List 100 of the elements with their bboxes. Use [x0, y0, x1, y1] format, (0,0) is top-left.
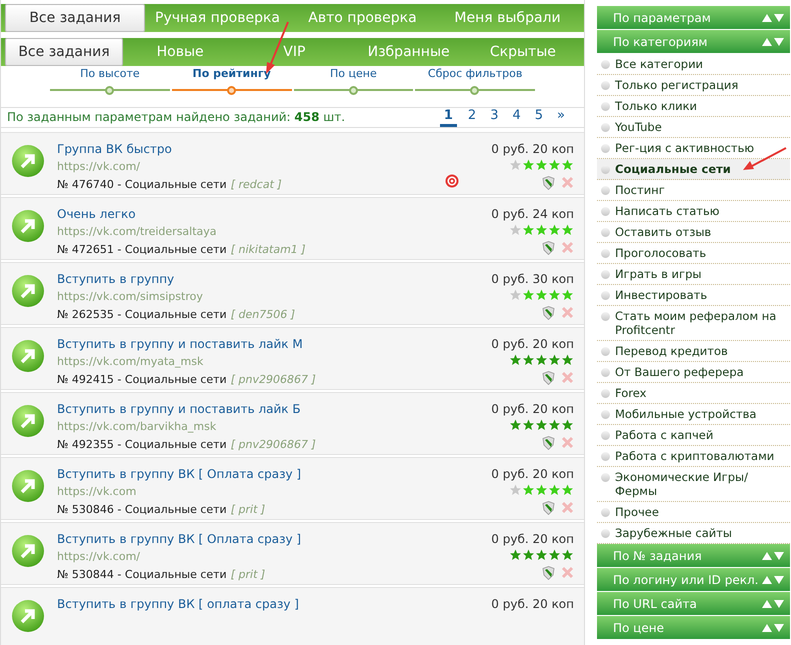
category-item[interactable]: Прочее [597, 502, 790, 523]
radio-icon [601, 228, 610, 237]
shield-icon[interactable] [542, 500, 555, 514]
category-item[interactable]: Оставить отзыв [597, 222, 790, 243]
task-price: 0 руб. 20 коп [491, 530, 574, 546]
radio-icon [601, 410, 610, 419]
page-link[interactable]: » [554, 108, 568, 126]
shield-icon[interactable] [542, 370, 555, 384]
radio-icon [601, 473, 610, 482]
section-title: По цене [613, 620, 664, 636]
arrow-circle-icon[interactable] [11, 144, 45, 178]
star-icon [561, 548, 574, 560]
category-item[interactable]: Работа с криптовалютами [597, 446, 790, 467]
category-item[interactable]: Инвестировать [597, 285, 790, 306]
category-item[interactable]: Экономические Игры/Фермы [597, 467, 790, 502]
category-item[interactable]: Написать статью [597, 201, 790, 222]
close-icon[interactable] [561, 176, 574, 188]
sort-link[interactable]: По рейтингу [192, 66, 271, 82]
section-title: По логину или ID рекл. [613, 572, 758, 588]
category-item[interactable]: Только регистрация [597, 75, 790, 96]
task-title[interactable]: Вступить в группу ВК [ Оплата сразу ] [57, 466, 480, 482]
star-icon [561, 158, 574, 170]
page-link[interactable]: 1 [440, 108, 457, 126]
close-icon[interactable] [561, 436, 574, 448]
task-price: 0 руб. 24 коп [491, 206, 574, 222]
category-item[interactable]: Мобильные устройства [597, 404, 790, 425]
task-meta: № 262535 - Социальные сети [57, 306, 227, 322]
arrow-circle-icon[interactable] [11, 338, 45, 372]
shield-icon[interactable] [542, 176, 555, 190]
task-title[interactable]: Вступить в группу [57, 270, 480, 288]
star-icon [535, 484, 548, 496]
category-item[interactable]: Социальные сети [597, 159, 790, 180]
task-title[interactable]: Группа ВК быстро [57, 140, 434, 158]
tab[interactable]: Все задания [5, 4, 145, 32]
arrow-circle-icon[interactable] [11, 208, 45, 242]
task-title[interactable]: Вступить в группу ВК [ Оплата сразу ] [57, 530, 480, 548]
task-meta: № 472651 - Социальные сети [57, 242, 227, 258]
page-link[interactable]: 2 [464, 108, 480, 126]
task-price: 0 руб. 20 коп [491, 336, 574, 352]
task-url: https://vk.com [57, 484, 138, 500]
star-icon [509, 484, 522, 496]
category-item[interactable]: Forex [597, 383, 790, 404]
radio-icon [601, 186, 610, 195]
task-price: 0 руб. 20 коп [491, 596, 574, 612]
star-icon [509, 354, 522, 366]
radio-icon [601, 368, 610, 377]
category-item[interactable]: Проголосовать [597, 243, 790, 264]
arrow-circle-icon[interactable] [11, 598, 45, 632]
arrow-circle-icon[interactable] [11, 468, 45, 502]
star-icon [561, 484, 574, 496]
shield-icon[interactable] [542, 240, 555, 254]
close-icon[interactable] [561, 500, 574, 514]
radio-icon [601, 81, 610, 90]
sort-link[interactable]: Сброс фильтров [428, 66, 522, 82]
category-item[interactable]: Работа с капчей [597, 425, 790, 446]
category-item[interactable]: Все категории [597, 54, 790, 75]
task-title[interactable]: Вступить в группу ВК [ оплата сразу ] [57, 596, 480, 612]
task-price: 0 руб. 30 коп [491, 270, 574, 286]
star-icon [561, 288, 574, 300]
category-item[interactable]: От Вашего реферера [597, 362, 790, 383]
star-icon [509, 224, 522, 236]
tab[interactable]: Все задания [5, 38, 123, 66]
radio-icon [601, 508, 610, 517]
task-title[interactable]: Вступить в группу и поставить лайк Б [57, 400, 480, 418]
shield-icon[interactable] [542, 436, 555, 450]
star-icon [548, 224, 561, 236]
task-price: 0 руб. 20 коп [491, 140, 574, 156]
category-item[interactable]: Только клики [597, 96, 790, 117]
radio-icon [601, 389, 610, 398]
sort-link[interactable]: По цене [330, 66, 377, 82]
star-icon [522, 548, 535, 560]
close-icon[interactable] [561, 370, 574, 384]
sort-link[interactable]: По высоте [80, 66, 140, 82]
task-url: https://vk.com/simsipstroy [57, 288, 204, 304]
category-item[interactable]: YouTube [597, 117, 790, 138]
close-icon[interactable] [561, 566, 574, 578]
task-meta: № 476740 - Социальные сети [57, 176, 227, 192]
task-url: https://vk.com/ [57, 158, 142, 174]
star-icon [535, 158, 548, 170]
star-icon [509, 548, 522, 560]
arrow-circle-icon[interactable] [11, 534, 45, 568]
category-item[interactable]: Постинг [597, 180, 790, 201]
star-icon [522, 224, 535, 236]
task-title[interactable]: Вступить в группу и поставить лайк М [57, 336, 480, 352]
section-title: По категориям [613, 34, 708, 50]
task-title[interactable]: Очень легко [57, 206, 480, 222]
page-link[interactable]: 5 [532, 108, 546, 126]
close-icon[interactable] [561, 306, 574, 318]
page-link[interactable]: 4 [509, 108, 524, 126]
close-icon[interactable] [561, 240, 574, 254]
page-link[interactable]: 3 [487, 108, 502, 126]
radio-icon [601, 144, 610, 153]
task-price: 0 руб. 20 коп [491, 466, 574, 482]
arrow-circle-icon[interactable] [11, 404, 45, 438]
arrow-circle-icon[interactable] [11, 274, 45, 308]
category-item[interactable]: Играть в игры [597, 264, 790, 285]
shield-icon[interactable] [542, 306, 555, 320]
shield-icon[interactable] [542, 566, 555, 580]
category-item[interactable]: Перевод кредитов [597, 341, 790, 362]
category-item[interactable]: Стать моим рефералом на Profitcentr [597, 306, 790, 341]
